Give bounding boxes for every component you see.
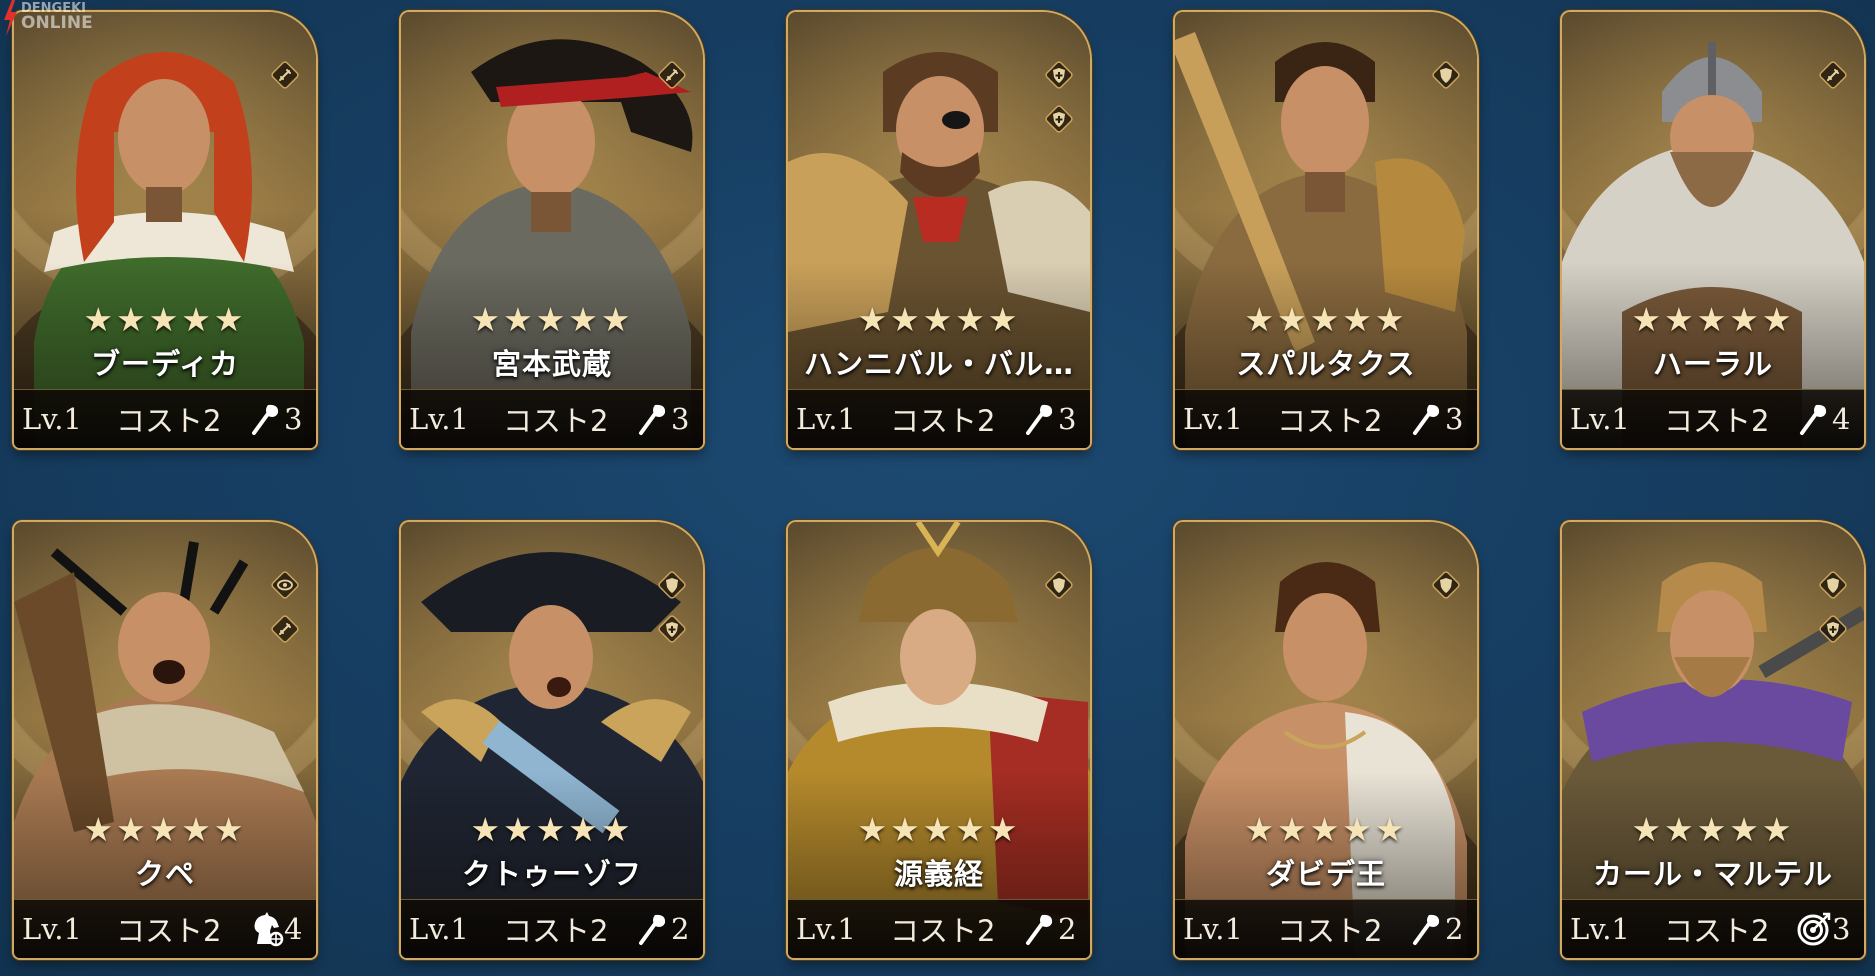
hero-level: Lv.1 bbox=[796, 912, 856, 946]
hero-cost: コスト2 bbox=[1277, 914, 1383, 948]
hero-name: 源義経 bbox=[893, 857, 984, 891]
hero-level: Lv.1 bbox=[1183, 912, 1243, 946]
unit-count: 4 bbox=[284, 912, 303, 946]
sword-badge-icon bbox=[270, 614, 300, 644]
shield-badge-icon bbox=[1044, 570, 1074, 600]
hero-cost: コスト2 bbox=[503, 404, 609, 438]
star-rating: ★★★★★ bbox=[470, 810, 634, 849]
star-rating: ★★★★★ bbox=[1631, 300, 1795, 339]
watermark-logo: DENGEKI ONLINE bbox=[2, 0, 132, 40]
card-stats-bar: Lv.1 コスト2 3 bbox=[401, 389, 703, 448]
hero-level: Lv.1 bbox=[409, 912, 469, 946]
hero-card[interactable]: ★★★★★ スパルタクス Lv.1 コスト2 3 bbox=[1175, 12, 1477, 448]
hero-cost: コスト2 bbox=[503, 914, 609, 948]
card-stats-bar: Lv.1 コスト2 4 bbox=[1562, 389, 1864, 448]
hero-name: ハンニバル・バル… bbox=[803, 347, 1074, 381]
star-rating: ★★★★★ bbox=[83, 300, 247, 339]
cross-shield-badge-icon bbox=[1044, 104, 1074, 134]
hero-card[interactable]: ★★★★★ 源義経 Lv.1 コスト2 2 bbox=[788, 522, 1090, 958]
spear-icon bbox=[635, 401, 671, 437]
spear-icon bbox=[1022, 401, 1058, 437]
lightning-bolt-icon bbox=[4, 0, 17, 36]
hero-level: Lv.1 bbox=[1183, 402, 1243, 436]
card-stats-bar: Lv.1 コスト2 2 bbox=[788, 899, 1090, 958]
unit-count: 2 bbox=[1445, 912, 1464, 946]
hero-card[interactable]: ★★★★★ ハンニバル・バル… Lv.1 コスト2 3 bbox=[788, 12, 1090, 448]
hero-cost: コスト2 bbox=[1664, 914, 1770, 948]
unit-count: 3 bbox=[1832, 912, 1851, 946]
watermark-line2: ONLINE bbox=[21, 13, 93, 33]
hero-level: Lv.1 bbox=[22, 402, 82, 436]
unit-count: 3 bbox=[671, 402, 690, 436]
unit-count: 3 bbox=[1058, 402, 1077, 436]
hero-cost: コスト2 bbox=[1664, 404, 1770, 438]
hero-card[interactable]: ★★★★★ ブーディカ Lv.1 コスト2 3 bbox=[14, 12, 316, 448]
spear-icon bbox=[1409, 911, 1445, 947]
hero-name: ブーディカ bbox=[91, 347, 239, 381]
hero-cost: コスト2 bbox=[1277, 404, 1383, 438]
hero-card[interactable]: ★★★★★ クトゥーゾフ Lv.1 コスト2 2 bbox=[401, 522, 703, 958]
card-stats-bar: Lv.1 コスト2 3 bbox=[1175, 389, 1477, 448]
hero-card[interactable]: ★★★★★ カール・マルテル Lv.1 コスト2 3 bbox=[1562, 522, 1864, 958]
card-stats-bar: Lv.1 コスト2 2 bbox=[1175, 899, 1477, 958]
target-icon bbox=[1796, 911, 1832, 947]
hero-level: Lv.1 bbox=[409, 402, 469, 436]
hero-level: Lv.1 bbox=[796, 402, 856, 436]
card-stats-bar: Lv.1 コスト2 4 bbox=[14, 899, 316, 958]
unit-count: 4 bbox=[1832, 402, 1851, 436]
sword-badge-icon bbox=[270, 60, 300, 90]
hero-name: ダビデ王 bbox=[1265, 857, 1386, 891]
card-stats-bar: Lv.1 コスト2 3 bbox=[788, 389, 1090, 448]
star-rating: ★★★★★ bbox=[1631, 810, 1795, 849]
star-rating: ★★★★★ bbox=[857, 300, 1021, 339]
star-rating: ★★★★★ bbox=[1244, 810, 1408, 849]
star-rating: ★★★★★ bbox=[83, 810, 247, 849]
shield-badge-icon bbox=[1431, 60, 1461, 90]
hero-name: カール・マルテル bbox=[1592, 857, 1833, 891]
hero-name: 宮本武蔵 bbox=[491, 347, 612, 381]
hero-cost: コスト2 bbox=[116, 914, 222, 948]
unit-count: 3 bbox=[1445, 402, 1464, 436]
eye-badge-icon bbox=[270, 570, 300, 600]
card-stats-bar: Lv.1 コスト2 2 bbox=[401, 899, 703, 958]
hero-name: ハーラル bbox=[1652, 347, 1773, 381]
cross-shield-badge-icon bbox=[1044, 60, 1074, 90]
hero-level: Lv.1 bbox=[1570, 912, 1630, 946]
star-rating: ★★★★★ bbox=[1244, 300, 1408, 339]
sword-badge-icon bbox=[657, 60, 687, 90]
card-stats-bar: Lv.1 コスト2 3 bbox=[1562, 899, 1864, 958]
spear-icon bbox=[1796, 401, 1832, 437]
spear-icon bbox=[1409, 401, 1445, 437]
shield-badge-icon bbox=[657, 570, 687, 600]
hero-card[interactable]: ★★★★★ ハーラル Lv.1 コスト2 4 bbox=[1562, 12, 1864, 448]
hero-card[interactable]: ★★★★★ 宮本武蔵 Lv.1 コスト2 3 bbox=[401, 12, 703, 448]
spear-icon bbox=[1022, 911, 1058, 947]
unit-count: 2 bbox=[1058, 912, 1077, 946]
star-rating: ★★★★★ bbox=[470, 300, 634, 339]
sword-badge-icon bbox=[1818, 60, 1848, 90]
hero-card[interactable]: ★★★★★ クペ Lv.1 コスト2 4 bbox=[14, 522, 316, 958]
cross-shield-badge-icon bbox=[657, 614, 687, 644]
hero-name: クペ bbox=[134, 857, 195, 891]
hero-cost: コスト2 bbox=[116, 404, 222, 438]
unit-count: 3 bbox=[284, 402, 303, 436]
hero-name: スパルタクス bbox=[1236, 347, 1416, 381]
hero-card[interactable]: ★★★★★ ダビデ王 Lv.1 コスト2 2 bbox=[1175, 522, 1477, 958]
hero-level: Lv.1 bbox=[22, 912, 82, 946]
card-stats-bar: Lv.1 コスト2 3 bbox=[14, 389, 316, 448]
hero-level: Lv.1 bbox=[1570, 402, 1630, 436]
shield-badge-icon bbox=[1431, 570, 1461, 600]
cross-shield-badge-icon bbox=[1818, 614, 1848, 644]
hero-cost: コスト2 bbox=[890, 914, 996, 948]
unit-count: 2 bbox=[671, 912, 690, 946]
spear-icon bbox=[635, 911, 671, 947]
cavalry-icon bbox=[248, 911, 284, 947]
star-rating: ★★★★★ bbox=[857, 810, 1021, 849]
hero-name: クトゥーゾフ bbox=[461, 857, 642, 891]
spear-icon bbox=[248, 401, 284, 437]
hero-cost: コスト2 bbox=[890, 404, 996, 438]
shield-badge-icon bbox=[1818, 570, 1848, 600]
